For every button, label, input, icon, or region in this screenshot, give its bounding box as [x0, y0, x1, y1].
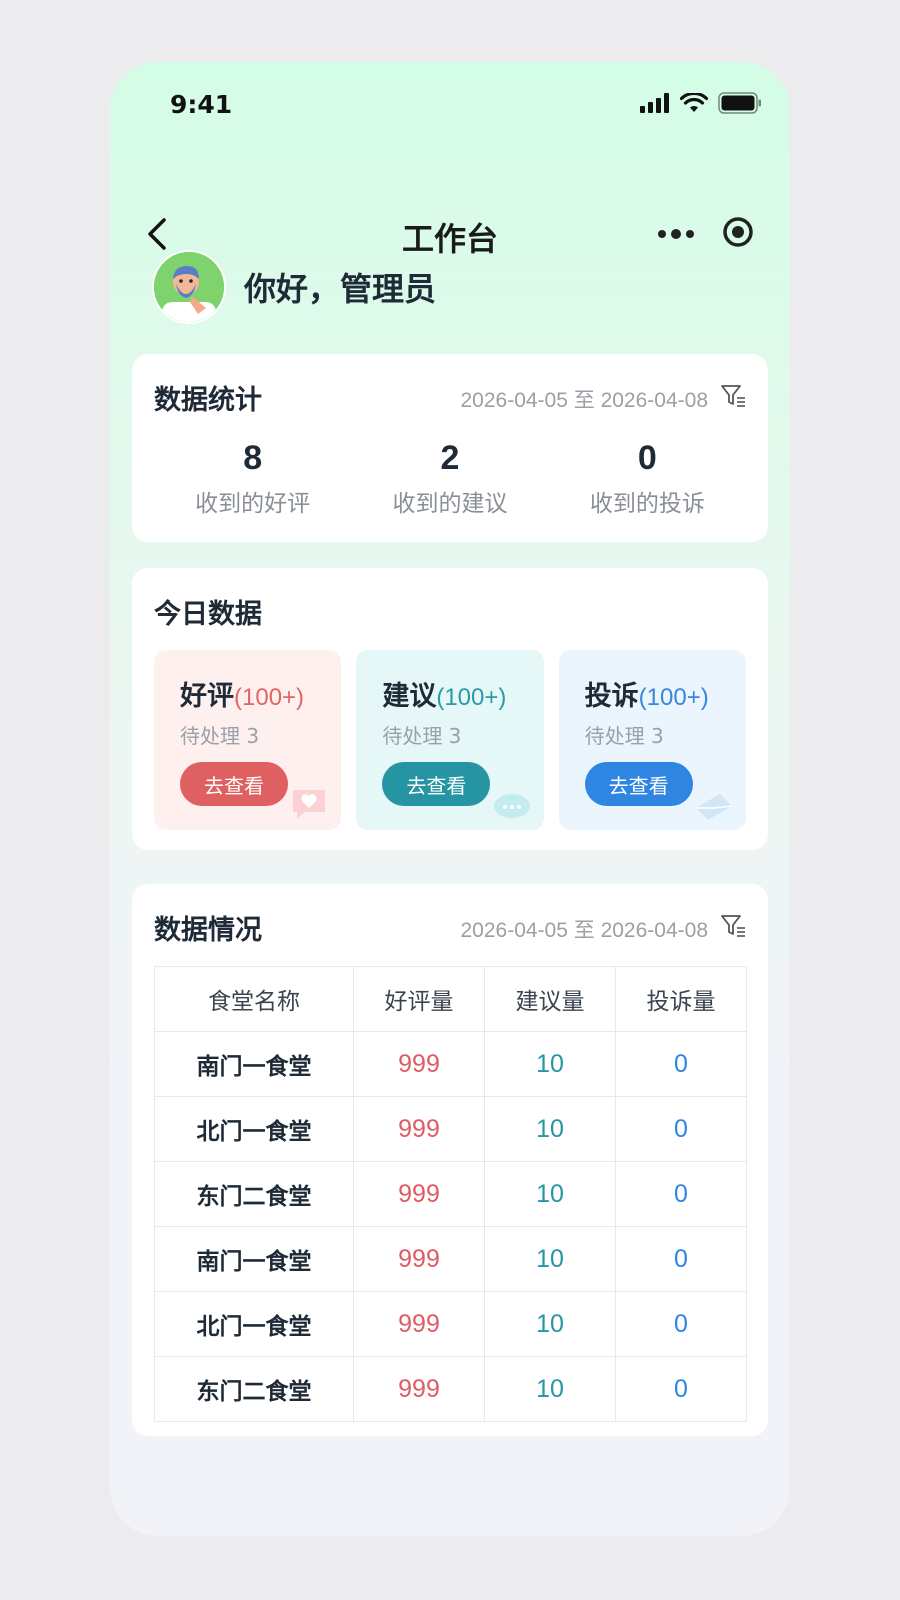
canteen-table-wrap: 食堂名称 好评量 建议量 投诉量 南门一食堂 999 10 0 北门一食堂 99… [154, 966, 747, 1422]
heart-chat-icon [293, 790, 326, 819]
signal-icon [640, 93, 669, 113]
tile-name: 好评 [180, 681, 234, 712]
tile-count: (100+) [436, 684, 507, 711]
today-tiles: 好评(100+) 待处理 3 去查看 建议(100+) 待处理 3 去查看 投诉… [154, 650, 746, 830]
good-count: 999 [353, 1291, 485, 1357]
chat-bubble-icon [493, 794, 530, 818]
view-suggestions-button[interactable]: 去查看 [382, 762, 491, 806]
stat-suggestions[interactable]: 2 收到的建议 [351, 436, 548, 518]
stats-row: 8 收到的好评 2 收到的建议 0 收到的投诉 [154, 436, 746, 518]
tile-pending: 待处理 3 [382, 724, 462, 748]
stats-card-title: 数据统计 [154, 385, 262, 416]
complaint-count: 0 [615, 1161, 747, 1227]
avatar[interactable] [152, 250, 226, 324]
wifi-icon [680, 93, 708, 112]
data-card-title: 数据情况 [154, 915, 262, 946]
complaint-count: 0 [615, 1031, 747, 1097]
view-complaints-button[interactable]: 去查看 [584, 762, 693, 806]
tile-heading: 投诉(100+) [585, 674, 709, 713]
today-card-title: 今日数据 [154, 599, 262, 630]
canteen-table: 食堂名称 好评量 建议量 投诉量 南门一食堂 999 10 0 北门一食堂 99… [154, 966, 747, 1422]
stat-label: 收到的建议 [392, 491, 508, 517]
phone-frame: 9:41 工作台 你好，管理员 数据统计 2026-04-05 至 2026-0… [110, 62, 790, 1536]
data-date-range[interactable]: 2026-04-05 至 2026-04-08 [460, 914, 708, 944]
stat-value: 0 [637, 439, 657, 477]
stat-complaints[interactable]: 0 收到的投诉 [549, 436, 746, 518]
good-count: 999 [353, 1226, 485, 1292]
tile-pending: 待处理 3 [584, 724, 664, 748]
table-row[interactable]: 南门一食堂 999 10 0 [154, 1226, 747, 1292]
column-header[interactable]: 食堂名称 [154, 966, 354, 1032]
envelope-icon [695, 794, 733, 820]
target-icon[interactable] [716, 210, 760, 254]
greeting-row: 你好，管理员 [152, 250, 436, 324]
suggestion-count: 10 [484, 1096, 616, 1162]
stats-card: 数据统计 2026-04-05 至 2026-04-08 8 收到的好评 2 收… [132, 354, 768, 542]
data-card: 数据情况 2026-04-05 至 2026-04-08 食堂名称 好评量 建议… [132, 884, 768, 1436]
complaint-count: 0 [615, 1356, 747, 1422]
complaint-count: 0 [615, 1096, 747, 1162]
stat-good-reviews[interactable]: 8 收到的好评 [154, 436, 351, 518]
battery-icon [718, 92, 761, 114]
greeting-text: 你好，管理员 [244, 270, 437, 308]
suggestion-count: 10 [484, 1161, 616, 1227]
filter-icon[interactable] [720, 914, 746, 938]
avatar-illustration-icon [154, 252, 224, 322]
stats-date-range[interactable]: 2026-04-05 至 2026-04-08 [460, 384, 708, 414]
more-dots-icon[interactable] [652, 222, 700, 246]
stat-label: 收到的好评 [195, 491, 311, 517]
good-count: 999 [353, 1161, 485, 1227]
tile-complaints: 投诉(100+) 待处理 3 去查看 [558, 650, 746, 830]
tile-name: 建议 [382, 681, 437, 712]
status-bar: 9:41 [110, 62, 790, 146]
canteen-name: 东门二食堂 [154, 1356, 354, 1422]
table-header-row: 食堂名称 好评量 建议量 投诉量 [154, 966, 747, 1032]
table-row[interactable]: 北门一食堂 999 10 0 [154, 1291, 747, 1357]
table-row[interactable]: 东门二食堂 999 10 0 [154, 1161, 747, 1227]
complaint-count: 0 [615, 1226, 747, 1292]
stat-value: 2 [440, 439, 460, 477]
tile-suggestions: 建议(100+) 待处理 3 去查看 [356, 650, 544, 830]
complaint-count: 0 [615, 1291, 747, 1357]
good-count: 999 [353, 1356, 485, 1422]
column-header[interactable]: 投诉量 [615, 966, 747, 1032]
canteen-name: 南门一食堂 [154, 1031, 354, 1097]
good-count: 999 [353, 1031, 485, 1097]
suggestion-count: 10 [484, 1291, 616, 1357]
stat-value: 8 [243, 439, 263, 477]
tile-count: (100+) [638, 684, 709, 711]
canteen-name: 北门一食堂 [154, 1291, 354, 1357]
table-row[interactable]: 南门一食堂 999 10 0 [154, 1031, 747, 1097]
suggestion-count: 10 [484, 1356, 616, 1422]
tile-heading: 建议(100+) [382, 674, 506, 713]
tile-name: 投诉 [584, 681, 639, 712]
table-row[interactable]: 东门二食堂 999 10 0 [154, 1356, 747, 1422]
suggestion-count: 10 [484, 1226, 616, 1292]
table-row[interactable]: 北门一食堂 999 10 0 [154, 1096, 747, 1162]
tile-pending: 待处理 3 [180, 724, 260, 748]
view-good-reviews-button[interactable]: 去查看 [180, 762, 288, 806]
status-icons [640, 92, 762, 114]
canteen-name: 南门一食堂 [154, 1226, 354, 1292]
filter-icon[interactable] [720, 384, 746, 408]
tile-count: (100+) [234, 684, 305, 711]
status-time: 9:41 [170, 90, 233, 119]
tile-heading: 好评(100+) [180, 674, 304, 713]
canteen-name: 东门二食堂 [154, 1161, 354, 1227]
column-header[interactable]: 好评量 [353, 966, 485, 1032]
today-card: 今日数据 好评(100+) 待处理 3 去查看 建议(100+) 待处理 3 去… [132, 568, 768, 850]
canteen-name: 北门一食堂 [154, 1096, 354, 1162]
tile-good-reviews: 好评(100+) 待处理 3 去查看 [154, 650, 342, 830]
stat-label: 收到的投诉 [589, 491, 705, 517]
good-count: 999 [353, 1096, 485, 1162]
column-header[interactable]: 建议量 [484, 966, 616, 1032]
suggestion-count: 10 [484, 1031, 616, 1097]
